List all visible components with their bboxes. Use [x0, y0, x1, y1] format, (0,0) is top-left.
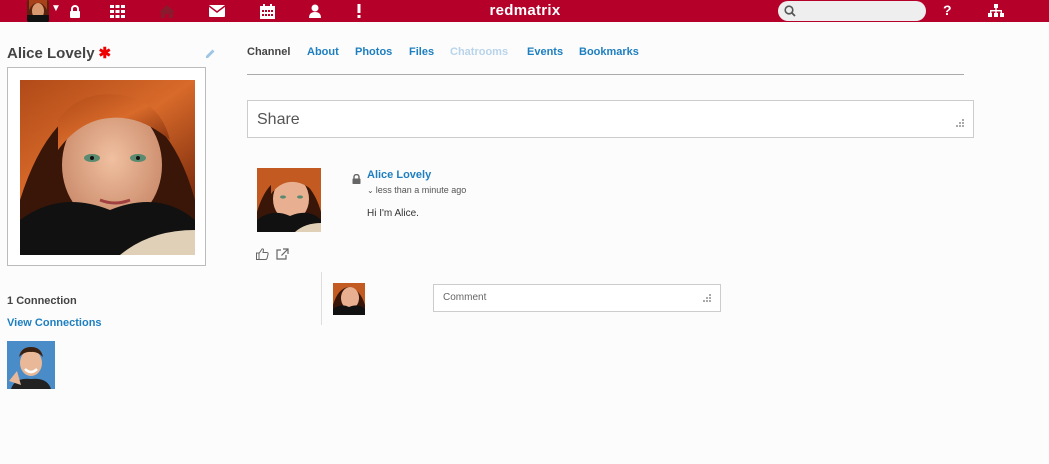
profile-photo-frame [7, 67, 206, 266]
tab-about[interactable]: About [307, 46, 339, 58]
resize-grip-icon[interactable] [702, 293, 712, 303]
post-body: Hi I'm Alice. [367, 208, 419, 219]
nav-avatar-caret-icon[interactable]: ▼ [51, 3, 61, 14]
tab-events[interactable]: Events [527, 46, 563, 58]
profile-name-heading: Alice Lovely ✱ [7, 44, 111, 62]
comment-input[interactable]: Comment [433, 284, 721, 312]
edit-profile-pencil-icon[interactable] [205, 46, 216, 64]
user-icon[interactable] [307, 3, 323, 19]
calendar-icon[interactable] [259, 3, 275, 19]
tabs-divider [247, 74, 964, 75]
comment-placeholder: Comment [443, 292, 487, 303]
post-timestamp[interactable]: ⌄ less than a minute ago [367, 185, 466, 195]
post-time-text: less than a minute ago [375, 185, 467, 195]
mail-icon[interactable] [209, 3, 225, 19]
thumbs-up-icon[interactable] [256, 247, 269, 265]
profile-photo[interactable] [20, 80, 195, 255]
connections-count: 1 Connection [7, 295, 77, 307]
tab-files[interactable]: Files [409, 46, 434, 58]
tab-channel[interactable]: Channel [247, 46, 290, 58]
sitemap-icon[interactable] [988, 3, 1004, 19]
tab-bookmarks[interactable]: Bookmarks [579, 46, 639, 58]
top-navbar: ▼ redmatrix ? [0, 0, 1049, 22]
connection-avatar[interactable] [7, 341, 55, 389]
connections-number: 1 [7, 295, 14, 307]
commenter-avatar[interactable] [333, 283, 365, 315]
chevron-down-icon: ⌄ [367, 186, 374, 195]
connections-label: Connection [16, 295, 77, 307]
help-icon[interactable]: ? [943, 2, 952, 18]
resize-grip-icon[interactable] [955, 118, 965, 128]
profile-name: Alice Lovely [7, 45, 95, 62]
post-lock-icon[interactable] [352, 171, 361, 189]
notice-icon[interactable] [351, 3, 367, 19]
star-icon: ✱ [98, 45, 112, 62]
search-icon [784, 5, 796, 17]
post-author-avatar[interactable] [257, 168, 321, 232]
home-icon[interactable] [159, 3, 175, 19]
share-external-icon[interactable] [276, 247, 289, 265]
search-input[interactable] [800, 2, 922, 22]
brand-logo[interactable]: redmatrix [478, 1, 572, 21]
lock-icon[interactable] [67, 3, 83, 19]
search-box[interactable] [778, 1, 926, 22]
post-author-link[interactable]: Alice Lovely [367, 169, 431, 181]
nav-avatar[interactable] [27, 0, 49, 22]
comment-thread-line [321, 272, 322, 325]
tab-photos[interactable]: Photos [355, 46, 392, 58]
apps-grid-icon[interactable] [109, 3, 125, 19]
view-connections-link[interactable]: View Connections [7, 317, 102, 329]
share-input[interactable]: Share [247, 100, 974, 138]
tab-chatrooms[interactable]: Chatrooms [450, 46, 508, 58]
share-placeholder: Share [257, 111, 300, 128]
